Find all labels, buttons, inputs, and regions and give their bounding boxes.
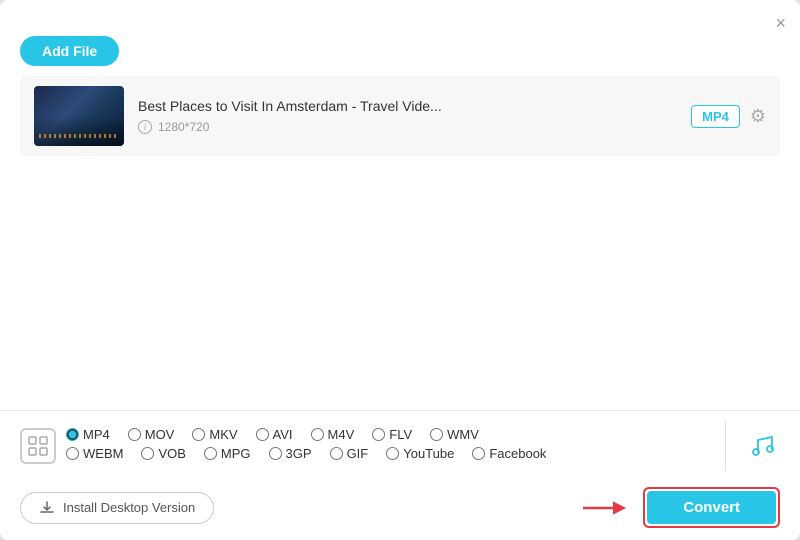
settings-icon[interactable]: ⚙ — [750, 106, 766, 127]
format-option-youtube[interactable]: YouTube — [386, 446, 454, 461]
file-meta: i 1280*720 — [138, 120, 677, 134]
title-bar: × — [0, 0, 800, 36]
music-icon[interactable] — [744, 428, 780, 464]
format-option-3gp[interactable]: 3GP — [269, 446, 312, 461]
main-window: × Add File Best Places to Visit In Amste… — [0, 0, 800, 540]
grid-icon — [27, 435, 49, 457]
toolbar: Add File — [0, 36, 800, 76]
action-bar: Install Desktop Version Convert — [20, 477, 780, 540]
format-row-2: WEBM VOB MPG 3GP GIF YouT — [66, 446, 707, 461]
download-icon — [39, 500, 55, 516]
convert-area: Convert — [583, 487, 780, 528]
format-option-gif[interactable]: GIF — [330, 446, 369, 461]
format-option-avi[interactable]: AVI — [256, 427, 293, 442]
add-file-button[interactable]: Add File — [20, 36, 119, 66]
thumbnail-overlay — [39, 134, 119, 138]
install-desktop-button[interactable]: Install Desktop Version — [20, 492, 214, 524]
format-option-mp4[interactable]: MP4 — [66, 427, 110, 442]
format-option-facebook[interactable]: Facebook — [472, 446, 546, 461]
file-list: Best Places to Visit In Amsterdam - Trav… — [0, 76, 800, 410]
format-option-m4v[interactable]: M4V — [311, 427, 355, 442]
format-row-1: MP4 MOV MKV AVI M4V FLV — [66, 427, 707, 442]
format-grid-icon — [20, 428, 56, 464]
format-option-mov[interactable]: MOV — [128, 427, 175, 442]
format-options: MP4 MOV MKV AVI M4V FLV — [66, 427, 707, 465]
format-option-wmv[interactable]: WMV — [430, 427, 479, 442]
format-section: MP4 MOV MKV AVI M4V FLV — [20, 411, 780, 477]
format-option-mpg[interactable]: MPG — [204, 446, 251, 461]
file-title: Best Places to Visit In Amsterdam - Trav… — [138, 98, 677, 114]
vertical-divider — [725, 421, 726, 471]
arrow-hint — [583, 498, 631, 518]
file-actions: MP4 ⚙ — [691, 105, 766, 128]
format-option-mkv[interactable]: MKV — [192, 427, 237, 442]
format-option-flv[interactable]: FLV — [372, 427, 412, 442]
convert-button[interactable]: Convert — [647, 491, 776, 524]
close-button[interactable]: × — [775, 14, 786, 32]
file-item: Best Places to Visit In Amsterdam - Trav… — [20, 76, 780, 156]
format-option-webm[interactable]: WEBM — [66, 446, 123, 461]
format-option-vob[interactable]: VOB — [141, 446, 185, 461]
file-info: Best Places to Visit In Amsterdam - Trav… — [138, 98, 677, 134]
bottom-bar: MP4 MOV MKV AVI M4V FLV — [0, 410, 800, 540]
convert-wrapper: Convert — [643, 487, 780, 528]
file-resolution: 1280*720 — [158, 120, 209, 134]
info-icon: i — [138, 120, 152, 134]
file-thumbnail — [34, 86, 124, 146]
format-badge[interactable]: MP4 — [691, 105, 740, 128]
